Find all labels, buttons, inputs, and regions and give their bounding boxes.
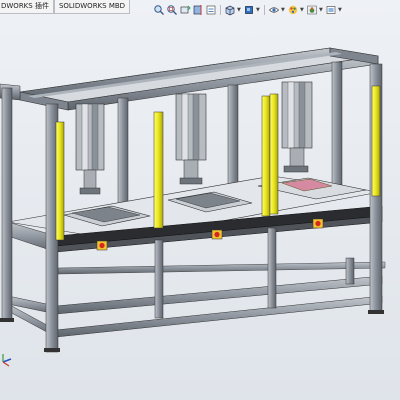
back-post bbox=[227, 84, 239, 196]
emergency-stop-button bbox=[211, 229, 223, 240]
left-back-post bbox=[1, 87, 13, 321]
back-post bbox=[331, 61, 343, 188]
command-manager-tabs: DWORKS 插件 SOLIDWORKS MBD bbox=[0, 0, 131, 14]
toolbar-separator bbox=[264, 5, 265, 15]
previous-view-icon bbox=[180, 5, 191, 14]
edit-appearance-button[interactable] bbox=[287, 4, 299, 16]
leveling-foot bbox=[0, 318, 14, 322]
reference-triad bbox=[0, 350, 14, 370]
leveling-foot bbox=[368, 310, 384, 314]
front-mid-post bbox=[154, 239, 164, 319]
light-curtain bbox=[153, 111, 164, 229]
machine-frame-model bbox=[0, 47, 386, 353]
view-orientation-icon bbox=[225, 5, 235, 16]
press-station-3 bbox=[281, 81, 313, 173]
edit-appearance-icon bbox=[288, 5, 298, 15]
light-curtain bbox=[371, 85, 381, 197]
zoom-to-fit-icon bbox=[154, 5, 164, 15]
dynamic-annotation-icon bbox=[206, 5, 216, 15]
hide-show-items-button[interactable] bbox=[268, 4, 280, 16]
tab-solidworks-mbd[interactable]: SOLIDWORKS MBD bbox=[53, 0, 131, 14]
emergency-stop-button bbox=[96, 240, 108, 251]
display-style-icon bbox=[245, 6, 253, 14]
zoom-to-fit-button[interactable] bbox=[153, 4, 165, 16]
apply-scene-dropdown[interactable]: ▼ bbox=[319, 4, 324, 16]
hide-show-items-icon bbox=[268, 7, 280, 13]
previous-view-button[interactable] bbox=[179, 4, 191, 16]
tab-solidworks-addins[interactable]: DWORKS 插件 bbox=[0, 0, 54, 14]
leveling-foot bbox=[44, 348, 60, 352]
section-view-button[interactable] bbox=[192, 4, 204, 16]
toolbar-separator bbox=[220, 5, 221, 15]
press-station-2 bbox=[175, 93, 207, 185]
emergency-stop-button bbox=[312, 218, 324, 229]
back-post bbox=[117, 97, 129, 209]
display-style-button[interactable] bbox=[243, 4, 255, 16]
display-style-dropdown[interactable]: ▼ bbox=[256, 4, 261, 16]
dynamic-annotation-button[interactable] bbox=[205, 4, 217, 16]
zoom-to-area-icon bbox=[167, 5, 177, 15]
view-settings-button[interactable] bbox=[325, 4, 337, 16]
apply-scene-button[interactable] bbox=[306, 4, 318, 16]
graphics-area[interactable] bbox=[0, 18, 400, 400]
apply-scene-icon bbox=[307, 5, 317, 15]
view-settings-icon bbox=[326, 6, 336, 14]
right-back-post-lower bbox=[345, 257, 355, 285]
coordinate-axes-icon bbox=[2, 354, 12, 367]
light-curtain bbox=[55, 121, 65, 241]
light-curtain bbox=[269, 93, 279, 215]
view-settings-dropdown[interactable]: ▼ bbox=[338, 4, 343, 16]
edit-appearance-dropdown[interactable]: ▼ bbox=[300, 4, 305, 16]
hide-show-items-dropdown[interactable]: ▼ bbox=[281, 4, 286, 16]
section-view-icon bbox=[193, 5, 202, 15]
view-orientation-button[interactable] bbox=[224, 4, 236, 16]
press-station-1 bbox=[75, 103, 105, 195]
zoom-to-area-button[interactable] bbox=[166, 4, 178, 16]
heads-up-view-toolbar: ▼ ▼ ▼ ▼ ▼ ▼ bbox=[153, 3, 343, 17]
back-lower-rail bbox=[57, 261, 386, 275]
view-orientation-dropdown[interactable]: ▼ bbox=[237, 4, 242, 16]
front-mid-post bbox=[267, 227, 277, 309]
light-curtain bbox=[261, 95, 271, 217]
